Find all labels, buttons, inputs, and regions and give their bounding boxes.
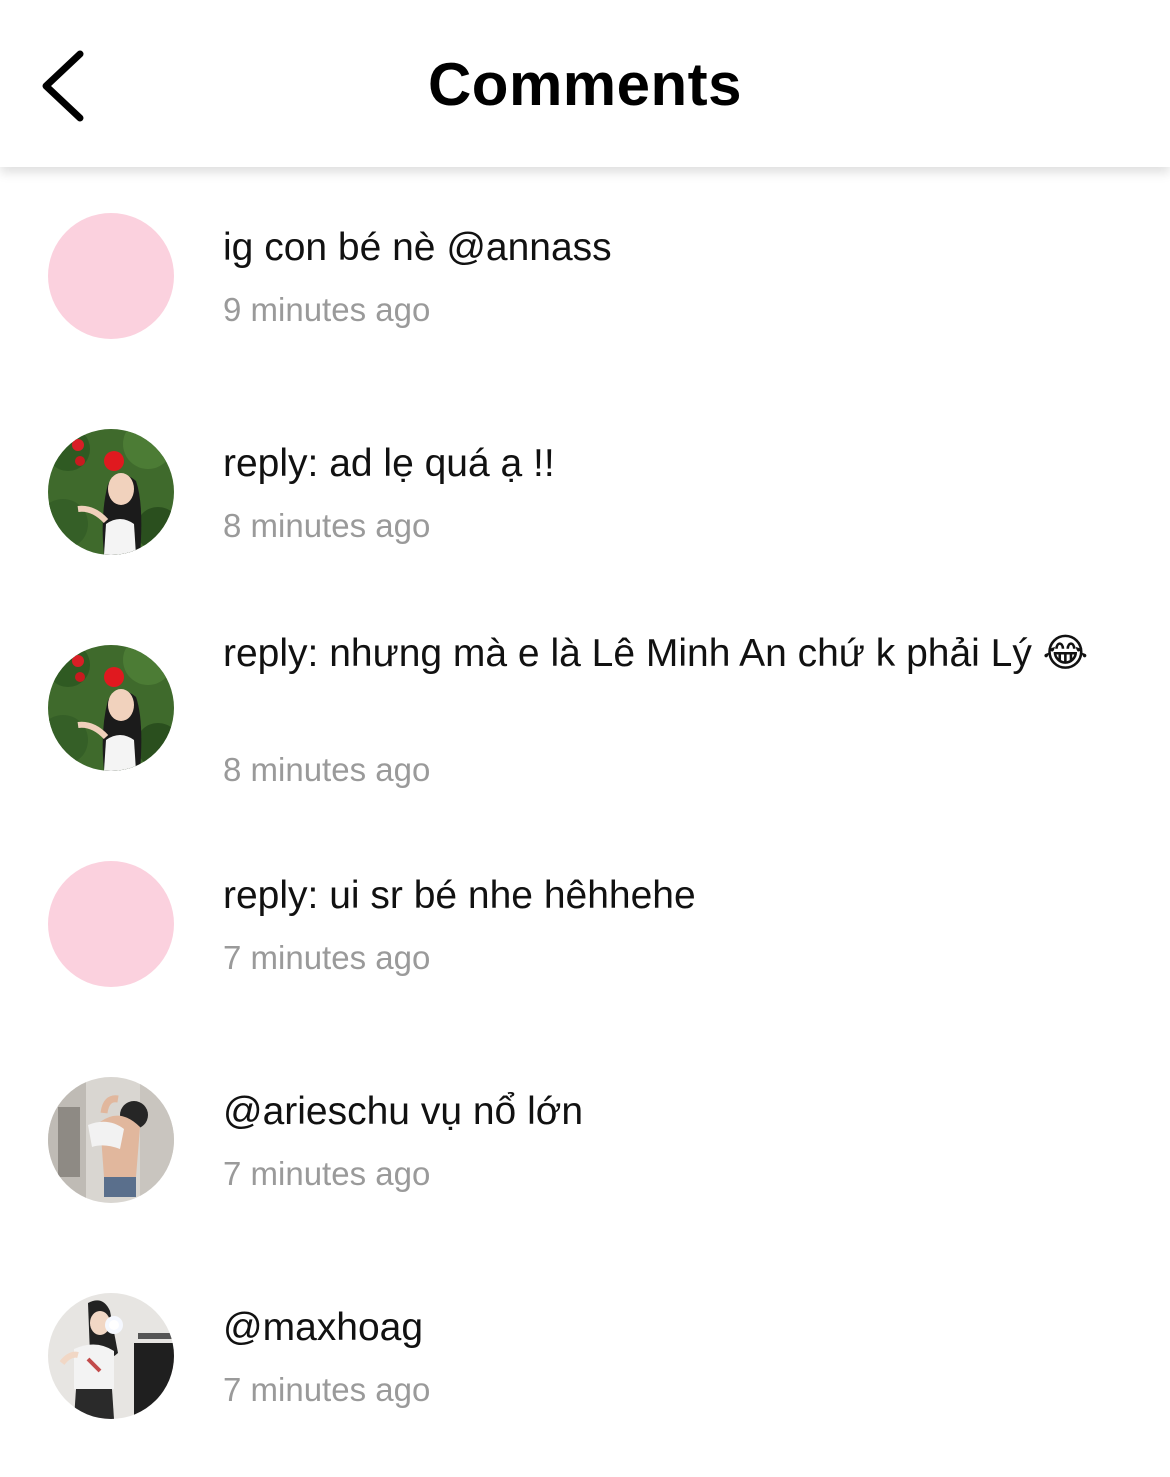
avatar[interactable] bbox=[48, 861, 174, 987]
comment-timestamp: 8 minutes ago bbox=[223, 507, 431, 544]
avatar[interactable] bbox=[48, 213, 174, 339]
comment-timestamp: 9 minutes ago bbox=[223, 291, 431, 328]
comment-item[interactable]: reply: ad lẹ quá ạ !! 8 minutes ago bbox=[0, 413, 1170, 613]
avatar[interactable] bbox=[48, 1077, 174, 1203]
comment-text: reply: ui sr bé nhe hêhhehe bbox=[223, 874, 696, 917]
comment-item[interactable]: ig con bé nè @annass 9 minutes ago bbox=[0, 197, 1170, 397]
comment-item[interactable]: reply: nhưng mà e là Lê Minh An chứ k ph… bbox=[0, 629, 1170, 839]
avatar-photo bbox=[48, 1077, 174, 1203]
comment-text: @arieschu vụ nổ lớn bbox=[223, 1090, 584, 1133]
comment-item[interactable]: @arieschu vụ nổ lớn 7 minutes ago bbox=[0, 1061, 1170, 1261]
avatar[interactable] bbox=[48, 645, 174, 771]
page-title: Comments bbox=[427, 51, 743, 118]
avatar-photo bbox=[48, 429, 174, 555]
avatar-photo bbox=[48, 1293, 174, 1419]
avatar[interactable] bbox=[48, 1293, 174, 1419]
comment-text: reply: nhưng mà e là Lê Minh An chứ k ph… bbox=[223, 632, 1089, 675]
avatar[interactable] bbox=[48, 429, 174, 555]
comment-item[interactable]: reply: ui sr bé nhe hêhhehe 7 minutes ag… bbox=[0, 845, 1170, 1045]
comment-timestamp: 8 minutes ago bbox=[223, 751, 431, 788]
comment-text: @maxhoag bbox=[223, 1306, 424, 1349]
comment-text: reply: ad lẹ quá ạ !! bbox=[223, 442, 555, 485]
comment-timestamp: 7 minutes ago bbox=[223, 939, 431, 976]
top-bar: Comments bbox=[0, 0, 1170, 167]
comment-timestamp: 7 minutes ago bbox=[223, 1371, 431, 1408]
comment-timestamp: 7 minutes ago bbox=[223, 1155, 431, 1192]
avatar-photo bbox=[48, 645, 174, 771]
comment-text: ig con bé nè @annass bbox=[223, 226, 612, 269]
comment-item[interactable]: @maxhoag 7 minutes ago bbox=[0, 1277, 1170, 1477]
